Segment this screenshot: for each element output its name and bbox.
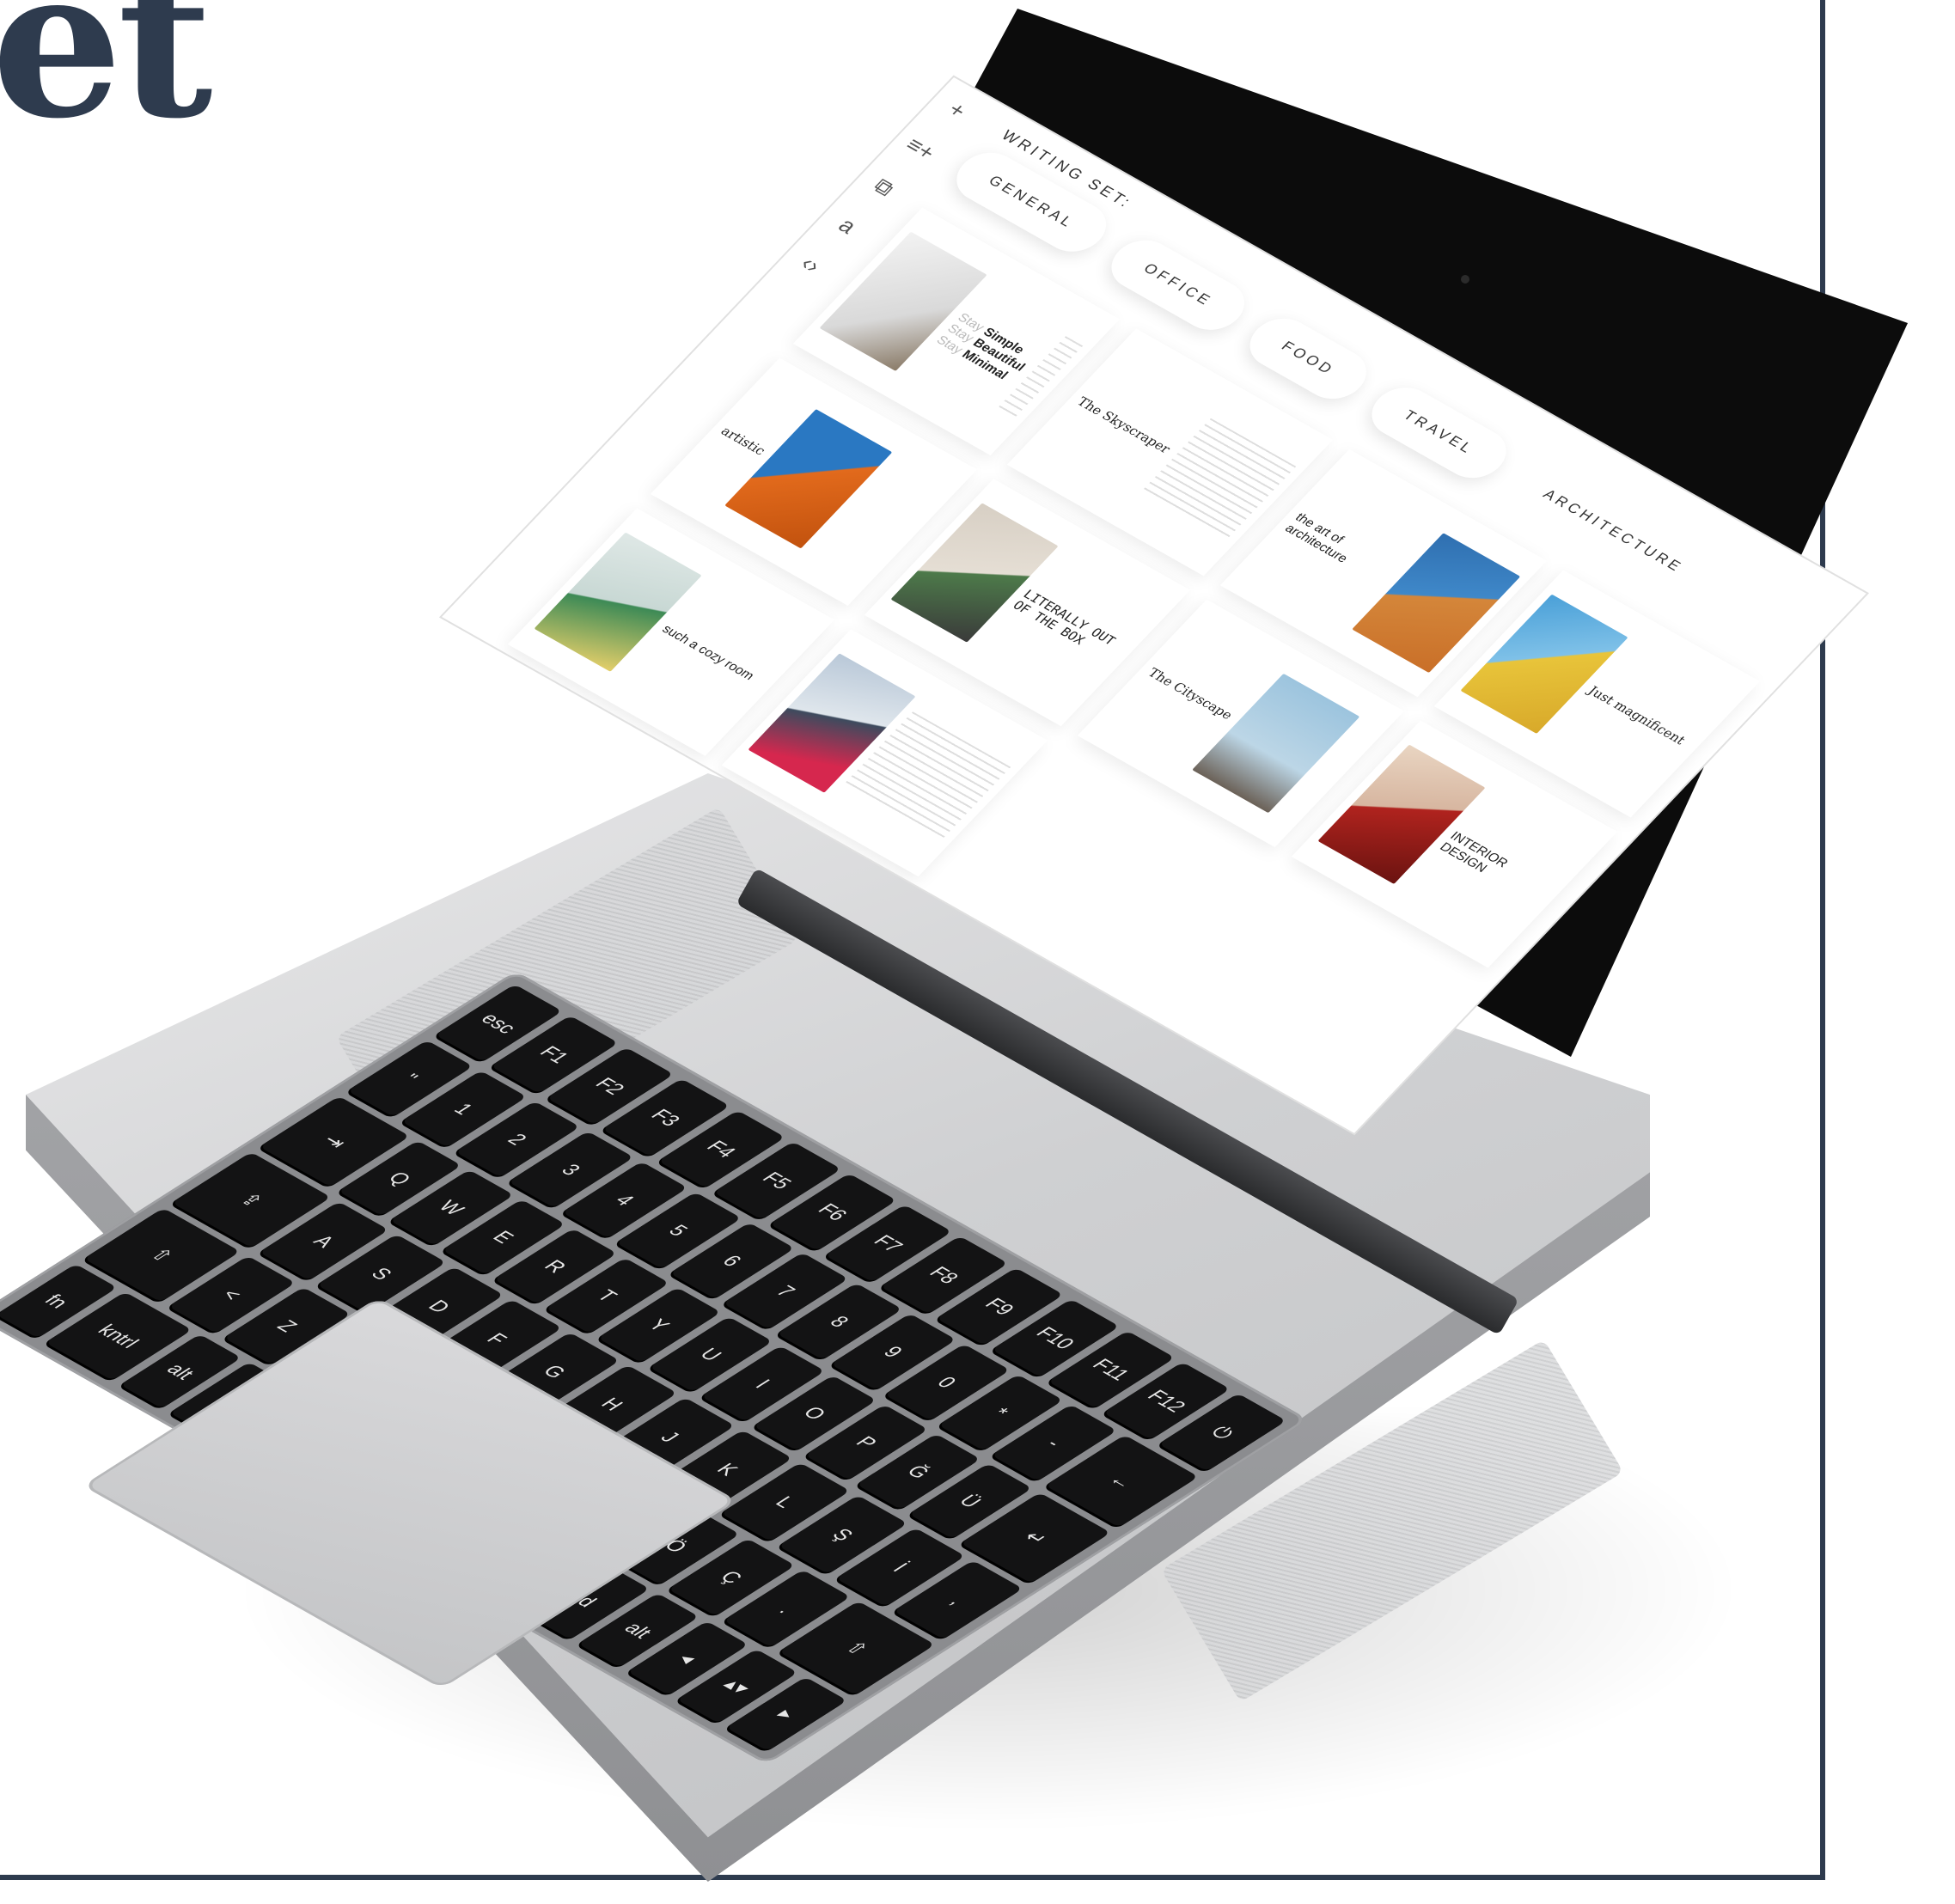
card-title: the art of architecture [1281, 510, 1351, 566]
orange-wall-photo [724, 409, 893, 549]
card-title: INTERIOR DESIGN [1436, 828, 1512, 876]
body-text-lines [1139, 418, 1296, 541]
copy-icon[interactable]: ⧉ [868, 174, 900, 201]
code-icon[interactable]: ‹› [796, 251, 827, 278]
card-text: Stay Simple Stay Beautiful Stay Minimal [933, 310, 1029, 382]
card-title: artistic [717, 424, 769, 459]
headline-fragment: et [0, 0, 213, 164]
camera-icon [1461, 275, 1469, 284]
font-icon[interactable]: a [833, 213, 862, 239]
city-photo [1191, 673, 1360, 814]
plus-icon[interactable]: + [943, 97, 973, 123]
card-title: such a cozy room [658, 622, 757, 683]
add-list-icon[interactable]: ≡+ [901, 132, 942, 164]
card-title: The Skyscraper [1073, 394, 1174, 457]
card-title: The Cityscape [1144, 665, 1237, 723]
card-title: LITERALLY OUT OF THE BOX [1009, 586, 1120, 649]
tab-food[interactable]: FOOD [1237, 308, 1379, 408]
card-title: Just magnificent [1584, 683, 1689, 748]
